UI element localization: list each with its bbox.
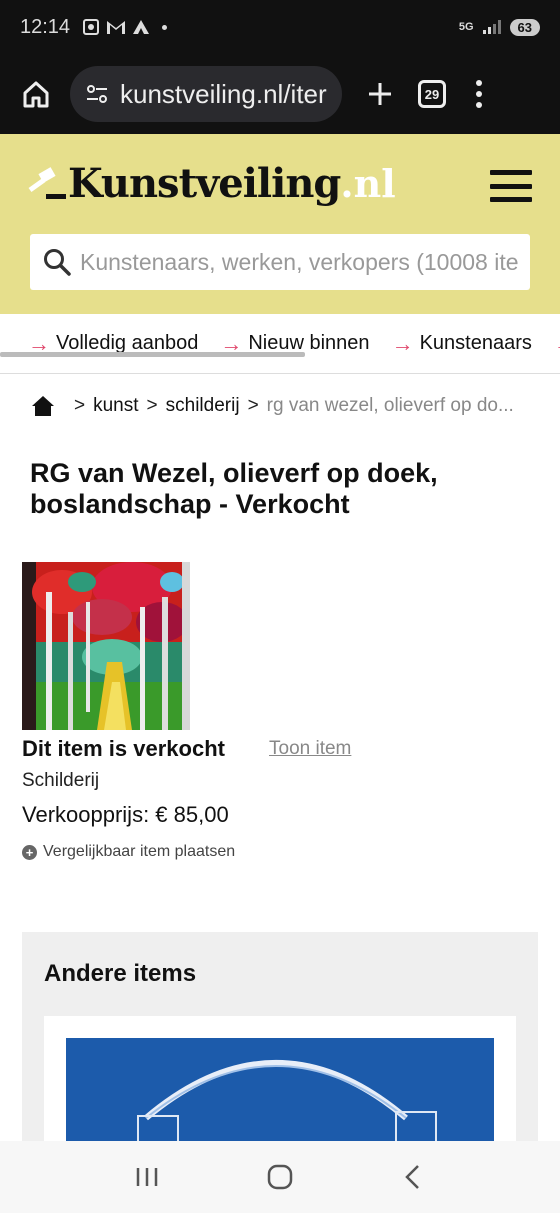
sale-price: Verkoopprijs: € 85,00: [22, 802, 229, 827]
tab-switcher-button[interactable]: 29: [418, 80, 446, 108]
gmail-icon: [107, 21, 126, 34]
blue-glasses-artwork-image: [66, 1038, 494, 1148]
site-header: Kunstveiling .nl: [0, 134, 560, 314]
forest-painting-image: [22, 562, 190, 730]
arrow-right-icon: →: [391, 330, 414, 356]
other-items-title: Andere items: [44, 960, 197, 987]
nav-item-label: Kunstenaars: [419, 332, 532, 354]
url-text: kunstveiling.nl/iter: [120, 78, 327, 109]
app-icon: [133, 20, 150, 34]
home-icon: [23, 81, 49, 108]
hamburger-line: [490, 183, 532, 189]
category-nav: → Volledig aanbod → Nieuw binnen → Kunst…: [0, 314, 560, 374]
breadcrumb-link-kunst[interactable]: kunst: [93, 395, 138, 417]
notification-icons: [82, 18, 168, 36]
menu-dot-icon: [476, 102, 482, 108]
screenshot-icon: [83, 19, 100, 35]
gavel-logo-icon: [28, 166, 66, 199]
logo-tld: .nl: [340, 161, 396, 206]
artwork-image[interactable]: [22, 562, 190, 730]
breadcrumb-current: rg van wezel, olieverf op do...: [266, 395, 514, 416]
breadcrumb-separator: >: [247, 395, 259, 416]
breadcrumb-separator: >: [74, 395, 86, 416]
search-input[interactable]: [80, 248, 518, 276]
recent-apps-button[interactable]: [127, 1157, 167, 1197]
item-category: Schilderij: [22, 770, 100, 791]
hamburger-line: [490, 197, 532, 202]
breadcrumb-link-schilderij[interactable]: schilderij: [166, 395, 240, 417]
status-bar: 12:14 5G 63: [0, 0, 560, 54]
nav-item-more[interactable]: →: [554, 331, 560, 357]
nav-scroll-indicator[interactable]: [0, 352, 305, 357]
status-right: 5G 63: [458, 18, 540, 36]
signal-icon: [482, 20, 501, 34]
system-nav-bar: [0, 1141, 560, 1213]
sold-status: Dit item is verkocht: [22, 736, 225, 761]
menu-dot-icon: [476, 80, 482, 86]
network-label: 5G: [458, 21, 474, 33]
other-items-section: Andere items: [22, 932, 538, 1156]
logo-name: Kunstveiling: [68, 160, 341, 207]
browser-home-button[interactable]: [14, 72, 58, 116]
home-circle-icon: [267, 1164, 293, 1190]
recent-apps-icon: [136, 1168, 157, 1186]
breadcrumb: > kunst > schilderij > rg van wezel, oli…: [32, 392, 532, 420]
system-home-button[interactable]: [260, 1157, 300, 1197]
hamburger-menu-icon[interactable]: [490, 170, 532, 202]
site-logo[interactable]: Kunstveiling .nl: [28, 160, 396, 207]
address-bar[interactable]: kunstveiling.nl/iter: [70, 66, 342, 122]
back-button[interactable]: [393, 1157, 433, 1197]
back-chevron-icon: [405, 1165, 420, 1189]
place-similar-item-label: Vergelijkbaar item plaatsen: [43, 843, 236, 860]
arrow-right-icon: →: [554, 331, 560, 357]
search-icon: [44, 249, 71, 276]
menu-dot-icon: [476, 91, 482, 97]
search-bar[interactable]: [30, 234, 530, 290]
breadcrumb-separator: >: [146, 395, 158, 416]
place-similar-item-link[interactable]: + Vergelijkbaar item plaatsen: [22, 843, 235, 861]
plus-icon: [369, 83, 391, 105]
hamburger-line: [490, 170, 532, 175]
battery-indicator: 63: [509, 18, 540, 36]
browser-menu-button[interactable]: [476, 80, 482, 108]
other-item-card[interactable]: [44, 1016, 516, 1156]
more-notifications-dot: [162, 24, 168, 30]
page-title: RG van Wezel, olieverf op doek, boslands…: [30, 458, 438, 519]
status-time: 12:14: [20, 15, 71, 38]
site-settings-icon[interactable]: [84, 81, 110, 107]
show-item-link[interactable]: Toon item: [269, 738, 351, 760]
home-icon[interactable]: [32, 395, 54, 417]
plus-circle-icon: +: [22, 844, 37, 860]
nav-item-kunstenaars[interactable]: → Kunstenaars: [392, 331, 532, 357]
new-tab-button[interactable]: [358, 72, 402, 116]
browser-toolbar: kunstveiling.nl/iter 29: [0, 54, 560, 134]
other-item-image[interactable]: [66, 1038, 494, 1148]
